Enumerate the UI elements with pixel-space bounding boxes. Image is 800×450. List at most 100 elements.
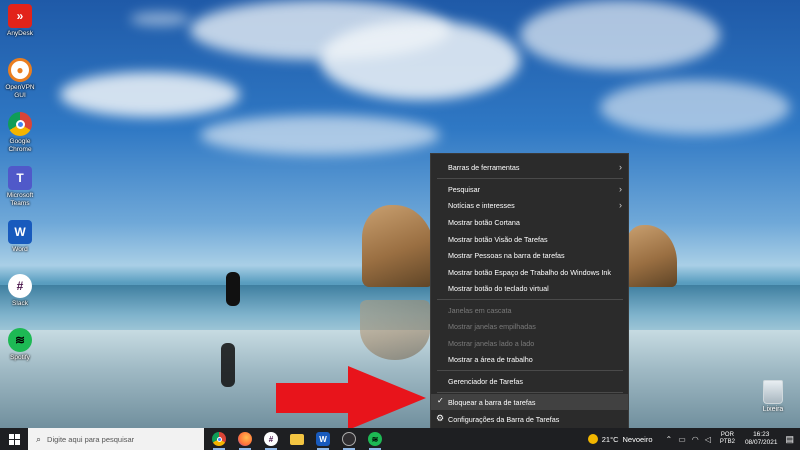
menu-item-label: Pesquisar bbox=[448, 184, 480, 194]
desktop-icon-openvpn[interactable]: ● OpenVPN GUI bbox=[2, 58, 38, 100]
input-language-indicator[interactable]: POR PTB2 bbox=[720, 432, 735, 446]
menu-separator bbox=[437, 178, 623, 179]
menu-item-show-task-view[interactable]: Mostrar botão Visão de Tarefas bbox=[431, 231, 628, 247]
cloud bbox=[130, 12, 190, 26]
weather-condition: Nevoeiro bbox=[622, 434, 653, 444]
taskbar-app-word[interactable]: W bbox=[310, 428, 336, 450]
chrome-icon bbox=[212, 432, 226, 446]
menu-item-label: Janelas em cascata bbox=[448, 305, 512, 315]
search-icon: ⌕ bbox=[36, 433, 42, 444]
firefox-icon bbox=[238, 432, 252, 446]
search-placeholder: Digite aqui para pesquisar bbox=[47, 434, 135, 444]
menu-item-stack-windows: Mostrar janelas empilhadas bbox=[431, 318, 628, 334]
taskbar-app-chrome[interactable] bbox=[206, 428, 232, 450]
volume-icon[interactable]: ◁ bbox=[705, 435, 711, 444]
desktop-icon-word[interactable]: W Word bbox=[2, 220, 38, 254]
clock-date: 08/07/2021 bbox=[744, 439, 778, 446]
desktop-icon-label: Microsoft Teams bbox=[6, 192, 34, 207]
weather-widget[interactable]: 21°C Nevoeiro bbox=[587, 434, 653, 444]
menu-item-show-people[interactable]: Mostrar Pessoas na barra de tarefas bbox=[431, 247, 628, 263]
menu-separator bbox=[437, 392, 623, 393]
cloud bbox=[200, 115, 440, 155]
menu-item-label: Notícias e interesses bbox=[448, 200, 515, 210]
taskbar-app-slack[interactable]: # bbox=[258, 428, 284, 450]
menu-item-label: Bloquear a barra de tarefas bbox=[448, 397, 536, 407]
taskbar-app-spotify[interactable]: ≋ bbox=[362, 428, 388, 450]
menu-item-task-manager[interactable]: Gerenciador de Tarefas bbox=[431, 373, 628, 389]
desktop-icon-label: Spotify bbox=[10, 354, 30, 361]
desktop-wallpaper bbox=[0, 0, 800, 428]
gear-icon: ⚙ bbox=[436, 413, 445, 423]
language-code: POR bbox=[720, 432, 734, 438]
desktop-icon-label: Lixeira bbox=[762, 406, 784, 413]
menu-item-show-windows-ink[interactable]: Mostrar botão Espaço de Trabalho do Wind… bbox=[431, 264, 628, 280]
recycle-bin-icon bbox=[763, 380, 783, 404]
word-icon: W bbox=[316, 432, 330, 446]
desktop-icon-recycle-bin[interactable]: Lixeira bbox=[756, 380, 790, 413]
cloud bbox=[60, 72, 240, 117]
chevron-right-icon: › bbox=[619, 162, 622, 172]
desktop-icon-teams[interactable]: T Microsoft Teams bbox=[2, 166, 38, 208]
chevron-right-icon: › bbox=[619, 184, 622, 194]
rock-reflection bbox=[360, 300, 430, 360]
menu-item-label: Mostrar botão Cortana bbox=[448, 217, 520, 227]
desktop-icon-anydesk[interactable]: » AnyDesk bbox=[2, 4, 38, 38]
menu-item-label: Mostrar botão Visão de Tarefas bbox=[448, 234, 548, 244]
windows-logo-icon bbox=[8, 433, 20, 445]
taskbar-app-obs[interactable] bbox=[336, 428, 362, 450]
menu-item-show-desktop[interactable]: Mostrar a área de trabalho bbox=[431, 351, 628, 367]
notification-center-icon[interactable]: ▤ bbox=[785, 434, 794, 445]
menu-item-label: Mostrar botão do teclado virtual bbox=[448, 283, 549, 293]
taskbar-app-firefox[interactable] bbox=[232, 428, 258, 450]
cloud bbox=[520, 0, 720, 70]
openvpn-icon: ● bbox=[8, 58, 32, 82]
menu-item-news-interests[interactable]: Notícias e interesses › bbox=[431, 197, 628, 213]
cloud bbox=[600, 80, 790, 135]
checkmark-icon: ✓ bbox=[437, 396, 444, 405]
rock-formation bbox=[362, 205, 434, 287]
menu-item-label: Mostrar botão Espaço de Trabalho do Wind… bbox=[448, 267, 612, 277]
desktop-icon-chrome[interactable]: Google Chrome bbox=[2, 112, 38, 154]
keyboard-layout: PTB2 bbox=[719, 439, 735, 445]
anydesk-icon: » bbox=[8, 4, 32, 28]
menu-item-toolbars[interactable]: Barras de ferramentas › bbox=[431, 159, 628, 175]
desktop-icon-slack[interactable]: # Slack bbox=[2, 274, 38, 308]
battery-icon[interactable]: ▭ bbox=[678, 435, 686, 444]
menu-item-label: Mostrar janelas lado a lado bbox=[448, 338, 535, 348]
menu-item-label: Configurações da Barra de Tarefas bbox=[448, 414, 560, 424]
weather-temperature: 21°C bbox=[601, 434, 619, 444]
desktop-icon-label: AnyDesk bbox=[6, 30, 33, 37]
menu-item-search[interactable]: Pesquisar › bbox=[431, 181, 628, 197]
teams-icon: T bbox=[8, 166, 32, 190]
wifi-icon[interactable]: ◠ bbox=[692, 435, 699, 444]
menu-item-label: Mostrar a área de trabalho bbox=[448, 354, 533, 364]
start-button[interactable] bbox=[0, 428, 28, 450]
menu-item-taskbar-settings[interactable]: ⚙ Configurações da Barra de Tarefas bbox=[431, 411, 628, 427]
taskbar-clock[interactable]: 16:23 08/07/2021 bbox=[745, 431, 778, 447]
obs-icon bbox=[342, 432, 356, 446]
taskbar-context-menu: Barras de ferramentas › Pesquisar › Notí… bbox=[430, 153, 629, 430]
menu-item-label: Gerenciador de Tarefas bbox=[448, 376, 523, 386]
menu-item-show-touch-keyboard[interactable]: Mostrar botão do teclado virtual bbox=[431, 280, 628, 296]
menu-item-label: Mostrar janelas empilhadas bbox=[448, 321, 536, 331]
slack-icon: # bbox=[8, 274, 32, 298]
menu-item-cascade-windows: Janelas em cascata bbox=[431, 302, 628, 318]
desktop-icon-spotify[interactable]: ≋ Spotify bbox=[2, 328, 38, 362]
runner-silhouette bbox=[226, 272, 240, 306]
file-explorer-icon bbox=[290, 433, 304, 445]
taskbar-search-box[interactable]: ⌕ Digite aqui para pesquisar bbox=[28, 428, 204, 450]
spotify-icon: ≋ bbox=[8, 328, 32, 352]
rock-formation bbox=[625, 225, 677, 287]
chrome-icon bbox=[8, 112, 32, 136]
menu-item-side-by-side: Mostrar janelas lado a lado bbox=[431, 335, 628, 351]
menu-separator bbox=[437, 299, 623, 300]
menu-item-show-cortana[interactable]: Mostrar botão Cortana bbox=[431, 214, 628, 230]
chevron-up-icon[interactable]: ⌃ bbox=[666, 435, 673, 444]
menu-separator bbox=[437, 370, 623, 371]
menu-item-lock-taskbar[interactable]: ✓ Bloquear a barra de tarefas bbox=[431, 394, 628, 410]
weather-fog-icon bbox=[587, 434, 598, 444]
chevron-right-icon: › bbox=[619, 200, 622, 210]
word-icon: W bbox=[8, 220, 32, 244]
red-arrow-annotation bbox=[276, 366, 426, 430]
taskbar-app-file-explorer[interactable] bbox=[284, 428, 310, 450]
